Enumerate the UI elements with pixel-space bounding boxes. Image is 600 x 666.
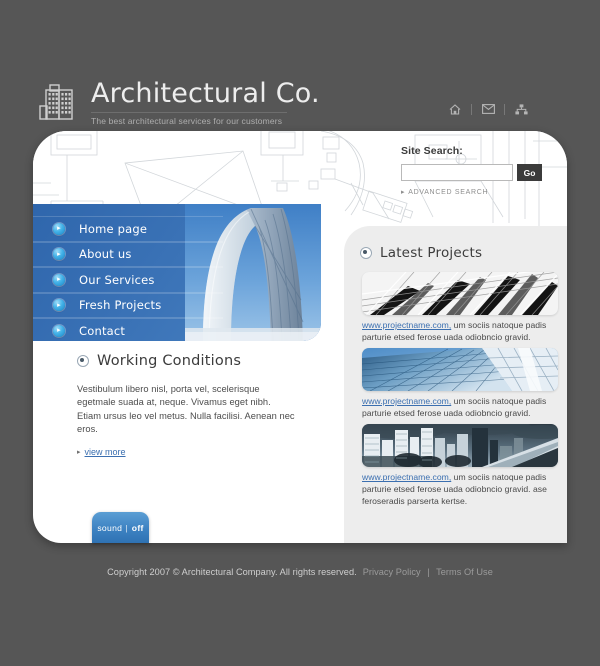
list-item: www.projectname.com, um sociis natoque p… <box>362 424 558 507</box>
header-icon-bar <box>445 100 531 118</box>
sidebar-item-contact[interactable]: ▸ Contact <box>33 318 223 341</box>
mail-icon[interactable] <box>478 100 498 118</box>
nav-row: ▸ Our Services <box>33 267 223 293</box>
blue-glass-skyscraper-photo[interactable] <box>362 348 558 392</box>
hero-navigation-block: ▸ Home page ▸ About us ▸ Our Services ▸ … <box>33 204 321 341</box>
footer-separator: | <box>427 567 430 577</box>
building-icon <box>38 78 82 124</box>
latest-projects-panel: Latest Projects www.projectname.com, um … <box>344 226 567 543</box>
page-root: Architectural Co. The best architectural… <box>0 0 600 666</box>
sitemap-icon[interactable] <box>511 100 531 118</box>
chevron-right-icon: ▸ <box>53 324 65 337</box>
sidebar-item-label: Our Services <box>79 272 155 287</box>
view-more-link[interactable]: ▸ view more <box>77 447 291 457</box>
sidebar-item-fresh-projects[interactable]: ▸ Fresh Projects <box>33 292 223 318</box>
nav-row: ▸ Fresh Projects <box>33 292 223 318</box>
black-white-architecture-photo[interactable] <box>362 272 558 315</box>
chevron-right-icon: ▸ <box>77 448 81 456</box>
project-description: www.projectname.com, um sociis natoque p… <box>362 320 558 343</box>
terms-of-use-link[interactable]: Terms Of Use <box>436 567 493 577</box>
list-item: www.projectname.com, um sociis natoque p… <box>362 348 558 419</box>
sidebar-item-about-us[interactable]: ▸ About us <box>33 241 223 267</box>
nav-row: ▸ About us <box>33 241 223 267</box>
view-more-label[interactable]: view more <box>85 447 126 457</box>
sound-toggle-button[interactable]: sound | off <box>92 512 149 543</box>
advanced-search-label: ADVANCED SEARCH <box>408 188 489 196</box>
search-row: Go <box>401 164 551 181</box>
chevron-right-icon: ▸ <box>53 222 65 235</box>
working-conditions-body: Vestibulum libero nisl, porta vel, scele… <box>77 384 295 435</box>
site-tagline: The best architectural services for our … <box>91 112 287 126</box>
sidebar-item-label: Contact <box>79 323 126 338</box>
sound-label: sound <box>97 522 123 533</box>
chevron-right-icon: ▸ <box>401 189 406 196</box>
chevron-right-icon: ▸ <box>53 299 65 312</box>
bullet-dot-icon <box>77 355 89 367</box>
chevron-right-icon: ▸ <box>53 248 65 261</box>
site-title: Architectural Co. <box>91 78 320 109</box>
logo-text-block: Architectural Co. The best architectural… <box>91 78 320 126</box>
sidebar-item-home-page[interactable]: ▸ Home page <box>33 216 223 242</box>
privacy-policy-link[interactable]: Privacy Policy <box>363 567 421 577</box>
working-conditions-header: Working Conditions <box>77 353 291 369</box>
sidebar-item-label: Fresh Projects <box>79 298 162 313</box>
site-footer: Copyright 2007 © Architectural Company. … <box>0 560 600 584</box>
chevron-right-icon: ▸ <box>53 273 65 286</box>
sidebar-item-our-services[interactable]: ▸ Our Services <box>33 267 223 293</box>
working-conditions-section: Working Conditions Vestibulum libero nis… <box>33 353 321 457</box>
header-icon-divider <box>504 103 505 115</box>
site-search-block: Site Search: Go ▸ ADVANCED SEARCH <box>401 145 551 196</box>
main-content-panel: Site Search: Go ▸ ADVANCED SEARCH ▸ Home… <box>33 131 567 543</box>
sound-separator: | <box>125 522 128 533</box>
project-link[interactable]: www.projectname.com, <box>362 320 451 330</box>
search-input[interactable] <box>401 164 513 181</box>
section-title: Latest Projects <box>380 245 483 261</box>
sound-state: off <box>131 522 144 533</box>
sidebar-item-label: Home page <box>79 221 148 236</box>
main-navigation: ▸ Home page ▸ About us ▸ Our Services ▸ … <box>33 216 223 341</box>
site-logo[interactable]: Architectural Co. The best architectural… <box>38 78 320 126</box>
project-link[interactable]: www.projectname.com, <box>362 396 451 406</box>
home-icon[interactable] <box>445 100 465 118</box>
project-description: www.projectname.com, um sociis natoque p… <box>362 396 558 419</box>
latest-projects-header: Latest Projects <box>360 245 567 261</box>
search-go-button[interactable]: Go <box>517 164 542 181</box>
nav-row: ▸ Home page <box>33 216 223 242</box>
nav-row: ▸ Contact <box>33 318 223 341</box>
footer-copyright: Copyright 2007 © Architectural Company. … <box>107 567 357 577</box>
bullet-dot-icon <box>360 247 372 259</box>
advanced-search-link[interactable]: ▸ ADVANCED SEARCH <box>401 188 551 197</box>
section-title: Working Conditions <box>97 353 242 369</box>
project-link[interactable]: www.projectname.com, <box>362 472 451 482</box>
project-description: www.projectname.com, um sociis natoque p… <box>362 472 558 507</box>
sidebar-item-label: About us <box>79 247 132 262</box>
search-label: Site Search: <box>401 145 463 157</box>
list-item: www.projectname.com, um sociis natoque p… <box>362 272 558 343</box>
site-header: Architectural Co. The best architectural… <box>0 60 600 130</box>
city-skyline-photo[interactable] <box>362 424 558 468</box>
header-icon-divider <box>471 103 472 115</box>
